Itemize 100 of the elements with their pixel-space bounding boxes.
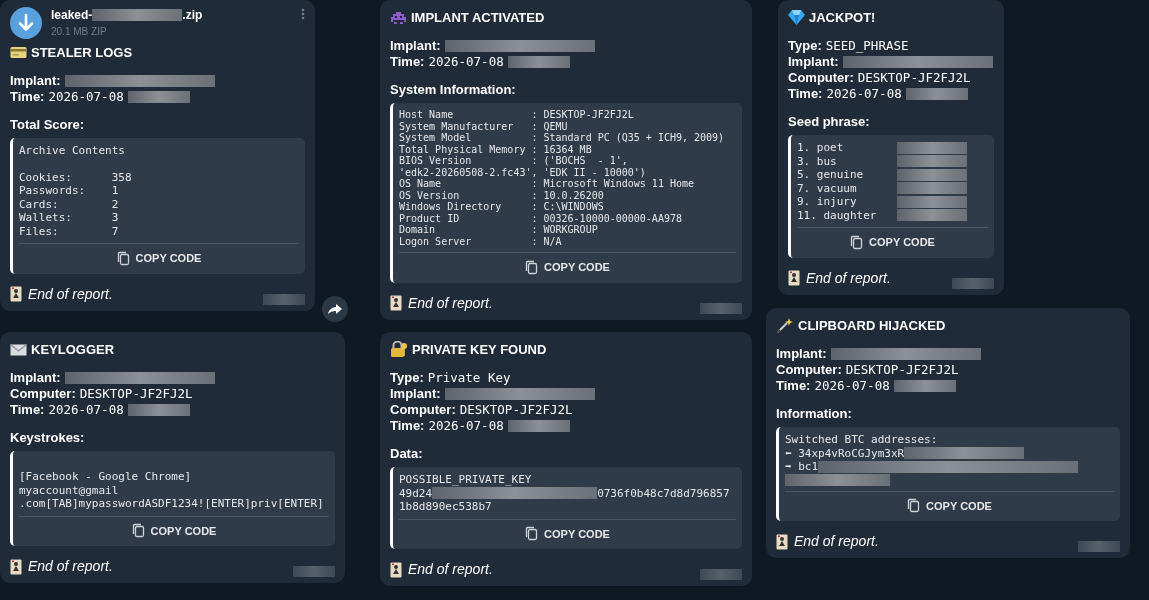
code-text: .com[TAB]mypasswordASDF1234![ENTER]priv[ENTER] xyxy=(19,497,324,511)
forward-button[interactable] xyxy=(322,296,348,322)
redaction-block xyxy=(263,293,305,305)
redaction-block xyxy=(952,277,994,289)
redaction-block xyxy=(293,566,335,577)
code-text: 3. bus xyxy=(797,154,838,168)
section-label: Seed phrase: xyxy=(788,112,871,131)
code-text: myaccount@gmail xyxy=(19,483,119,497)
field-label: Implant: xyxy=(788,53,839,70)
field-label: Implant: xyxy=(776,345,827,362)
code-text: 9. injury xyxy=(797,195,858,209)
field-label: Type: xyxy=(788,37,822,54)
code-text: 7. vacuum xyxy=(797,181,858,195)
copy-code-button[interactable]: COPY CODE xyxy=(785,490,1114,517)
code-text: Logon Server : N/A xyxy=(399,235,562,247)
code-text: System Model : Standard PC (Q35 + ICH9, 2009) xyxy=(399,132,725,144)
field-value: 2026-07-08 xyxy=(826,85,902,102)
gem-icon xyxy=(788,9,805,27)
copy-icon xyxy=(525,526,539,542)
code-text: ⬅ 34xp4vRoCGJym3xR xyxy=(785,446,905,460)
section-label: Data: xyxy=(390,444,424,463)
envelope-icon xyxy=(10,342,27,358)
code-text: Product ID : 00326-10000-00000-AA978 xyxy=(399,212,682,224)
message-title: CLIPBOARD HIJACKED xyxy=(798,317,946,335)
copy-icon xyxy=(907,498,921,514)
footer-text: End of report. xyxy=(806,268,891,288)
field-label: Time: xyxy=(776,377,811,394)
message-title: STEALER LOGS xyxy=(31,44,133,62)
code-text: OS Version : 10.0.26200 xyxy=(399,189,604,201)
code-text: Switched BTC addresses: xyxy=(785,433,938,447)
copy-code-button[interactable]: COPY CODE xyxy=(399,252,736,279)
footer-text: End of report. xyxy=(794,532,879,551)
file-size: 20.1 MB ZIP xyxy=(51,25,108,39)
playing-card-icon xyxy=(390,295,402,311)
field-label: Computer: xyxy=(788,69,854,86)
code-text: 'edk2-20260508-2.fc43', 'EDK II - 10000') xyxy=(399,166,646,178)
field-label: Time: xyxy=(390,53,425,70)
more-menu-icon[interactable] xyxy=(301,8,305,20)
code-text: Files: 7 xyxy=(19,224,119,238)
code-text: 49d24 xyxy=(399,486,433,500)
field-label: Implant: xyxy=(390,37,441,54)
field-value: 2026-07-08 xyxy=(48,401,124,418)
alien-icon xyxy=(390,10,407,26)
field-label: Time: xyxy=(10,88,45,105)
field-label: Time: xyxy=(788,85,823,102)
code-text: Cookies: 358 xyxy=(19,170,132,184)
message-title: JACKPOT! xyxy=(809,9,876,27)
section-label: Total Score: xyxy=(10,115,86,134)
message-title: KEYLOGGER xyxy=(31,341,115,359)
field-value: DESKTOP-JF2FJ2L xyxy=(845,361,959,378)
code-text: Wallets: 3 xyxy=(19,211,119,225)
code-text: Cards: 2 xyxy=(19,197,119,211)
playing-card-icon xyxy=(390,561,402,578)
field-value: DESKTOP-JF2FJ2L xyxy=(79,385,193,402)
field-label: Implant: xyxy=(10,72,61,89)
code-text: 0736f0b48c7d8d796857 xyxy=(597,486,730,500)
file-name: leaked- xyxy=(51,7,93,24)
field-label: Time: xyxy=(10,401,45,418)
section-label: System Information: xyxy=(390,80,517,99)
copy-code-button[interactable]: COPY CODE xyxy=(797,227,988,254)
playing-card-icon xyxy=(10,286,22,302)
code-text: ➡ bc1 xyxy=(785,460,819,474)
redaction-block xyxy=(700,302,742,314)
code-text: Archive Contents xyxy=(19,144,125,158)
code-text: OS Name : Microsoft Windows 11 Home xyxy=(399,178,694,190)
footer-text: End of report. xyxy=(28,557,113,576)
code-text: Total Physical Memory : 16364 MB xyxy=(399,143,592,155)
code-text: [Facebook - Google Chrome] xyxy=(19,470,192,484)
code-text: Domain : WORKGROUP xyxy=(399,224,598,236)
section-label: Information: xyxy=(776,404,853,423)
field-label: Computer: xyxy=(390,401,456,418)
copy-code-button[interactable]: COPY CODE xyxy=(19,515,329,542)
field-label: Type: xyxy=(390,369,424,386)
code-text: 11. daughter xyxy=(797,208,878,222)
redaction-block xyxy=(700,569,742,580)
field-value: DESKTOP-JF2FJ2L xyxy=(857,69,971,86)
download-icon[interactable] xyxy=(10,6,42,39)
field-label: Implant: xyxy=(10,369,61,386)
message-title: IMPLANT ACTIVATED xyxy=(411,9,545,27)
footer-text: End of report. xyxy=(28,284,113,304)
field-value: 2026-07-08 xyxy=(814,377,890,394)
field-value: SEED_PHRASE xyxy=(825,37,909,54)
field-value: DESKTOP-JF2FJ2L xyxy=(459,401,573,418)
playing-card-icon xyxy=(776,533,788,550)
copy-code-button[interactable]: COPY CODE xyxy=(19,243,299,270)
field-label: Computer: xyxy=(776,361,842,378)
field-value: 2026-07-08 xyxy=(48,88,124,105)
footer-text: End of report. xyxy=(408,293,493,313)
redaction-block xyxy=(1078,541,1120,552)
playing-card-icon xyxy=(788,270,800,286)
playing-card-icon xyxy=(10,558,22,575)
file-name: .zip xyxy=(182,7,203,24)
credit-card-icon xyxy=(10,45,27,61)
lock-icon xyxy=(390,341,408,359)
message-title: PRIVATE KEY FOUND xyxy=(412,341,547,359)
copy-code-button[interactable]: COPY CODE xyxy=(399,518,736,545)
copy-icon xyxy=(116,250,130,266)
field-value: Private Key xyxy=(427,369,511,386)
code-text: System Manufacturer : QEMU xyxy=(399,120,568,132)
field-label: Computer: xyxy=(10,385,76,402)
